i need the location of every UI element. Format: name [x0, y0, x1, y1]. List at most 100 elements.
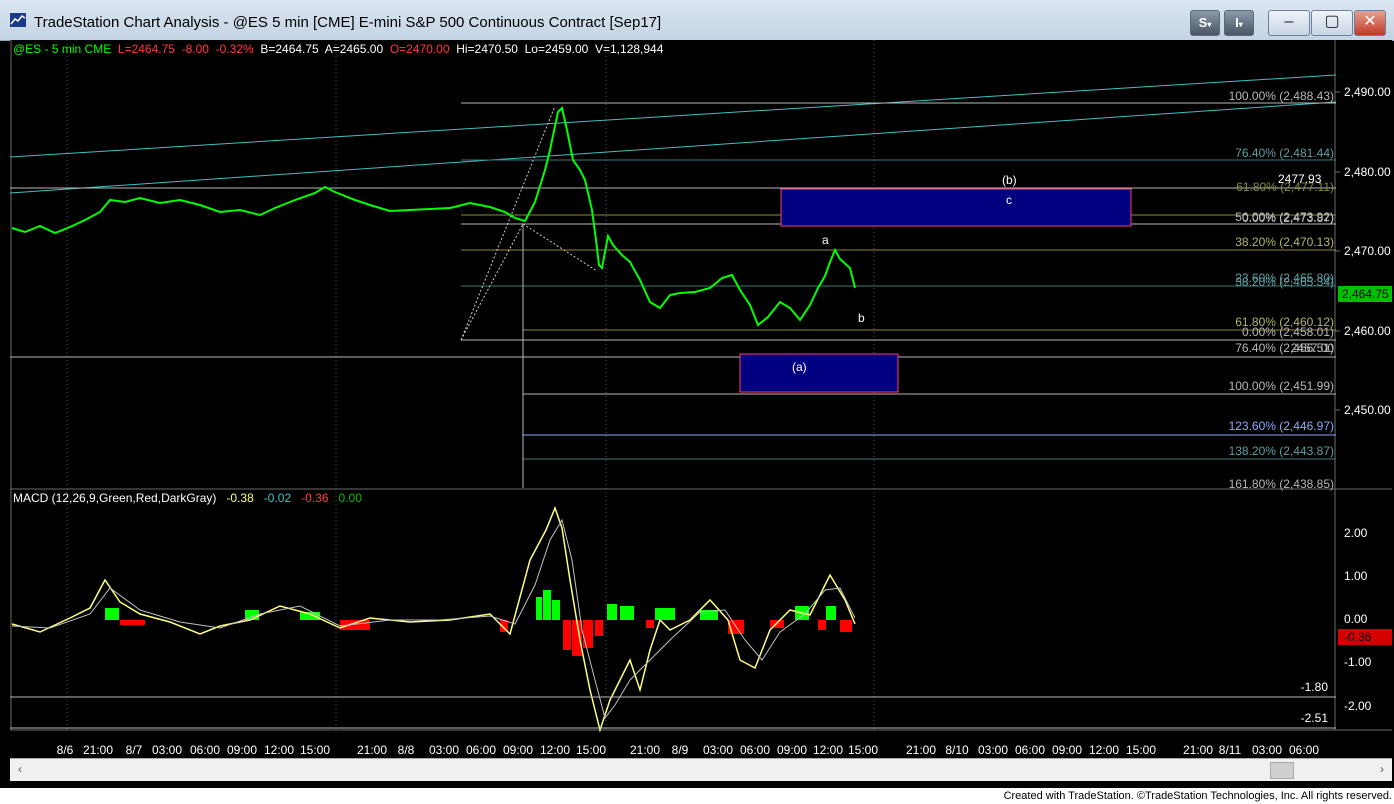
chart-canvas[interactable]: (b) 2477.93 c a b (a) 100.00% (2,488.43)…: [10, 40, 1392, 758]
low-price: Lo=2459.00: [524, 42, 589, 56]
macd-tick: 0.00: [1344, 612, 1368, 626]
fib-label: 100.00% (2,451.99): [1229, 379, 1334, 393]
time-tick: 8/9: [672, 743, 689, 757]
time-tick: 09:00: [227, 743, 257, 757]
fib-label: 0.00% (2,473.87): [1242, 211, 1334, 225]
horizontal-scrollbar[interactable]: ‹ ›: [10, 758, 1392, 781]
close-icon: ✕: [1363, 13, 1377, 30]
target-box-a: [739, 353, 899, 393]
time-tick: 15:00: [576, 743, 606, 757]
macd-level-label: -1.80: [1301, 680, 1329, 694]
minimize-button[interactable]: ‒: [1268, 10, 1310, 36]
maximize-button[interactable]: ▢: [1311, 10, 1353, 36]
scroll-right-arrow-icon[interactable]: ›: [1374, 761, 1390, 777]
high-price: Hi=2470.50: [456, 42, 518, 56]
price-series: [11, 106, 856, 327]
time-tick: 21:00: [357, 743, 387, 757]
time-tick: 06:00: [740, 743, 770, 757]
time-tick: 03:00: [703, 743, 733, 757]
chevron-down-icon: ▾: [1238, 20, 1243, 29]
macd-levels: [10, 696, 1336, 729]
time-tick: 06:00: [1289, 743, 1319, 757]
macd-info-bar: MACD (12,26,9,Green,Red,DarkGray) -0.38 …: [13, 491, 362, 505]
close-button[interactable]: ✕: [1354, 10, 1386, 36]
price-info-bar: @ES - 5 min CME L=2464.75 -8.00 -0.32% B…: [13, 42, 663, 56]
minimize-icon: ‒: [1284, 13, 1294, 30]
s-menu-button[interactable]: S▾: [1190, 10, 1220, 36]
time-tick: 8/6: [57, 743, 74, 757]
maximize-icon: ▢: [1324, 13, 1340, 30]
macd-tick: -2.00: [1344, 699, 1372, 713]
time-tick: 15:00: [848, 743, 878, 757]
window-title: TradeStation Chart Analysis - @ES 5 min …: [34, 14, 662, 31]
fib-label: 138.20% (2,443.87): [1229, 444, 1334, 458]
bid-price: B=2464.75: [260, 42, 319, 56]
time-tick: 12:00: [540, 743, 570, 757]
fib-label: 38.20% (2,470.13): [1235, 235, 1334, 249]
macd-value: -0.38: [226, 491, 254, 505]
wave-label-b-upper: (b): [1002, 173, 1017, 187]
fib-label: 76.40% (2,481.44): [1235, 146, 1334, 160]
time-tick: 06:00: [190, 743, 220, 757]
time-tick: 03:00: [429, 743, 459, 757]
time-tick: 06:00: [1015, 743, 1045, 757]
price-tick: 2,480.00: [1344, 165, 1391, 179]
fib-label: 123.60% (2,446.97): [1229, 419, 1334, 433]
macd-tick: 2.00: [1344, 526, 1368, 540]
pct-change: -0.32%: [215, 42, 254, 56]
last-price: L=2464.75: [117, 42, 175, 56]
time-tick: 06:00: [466, 743, 496, 757]
chart-app-icon: [10, 13, 26, 27]
fib-label: 61.80% (2,477.11): [1236, 180, 1334, 194]
price-tick: 2,490.00: [1344, 85, 1391, 99]
time-tick: 03:00: [1252, 743, 1282, 757]
swing-lines: [460, 105, 598, 341]
time-tick: 15:00: [300, 743, 330, 757]
time-tick: 09:00: [777, 743, 807, 757]
wave-label-a-lower: (a): [792, 360, 807, 374]
macd-value-label: -0.36: [1344, 630, 1372, 644]
time-tick: 09:00: [503, 743, 533, 757]
time-tick: 8/8: [398, 743, 415, 757]
price-tick: 2,450.00: [1344, 403, 1391, 417]
scroll-thumb[interactable]: [1270, 762, 1294, 779]
time-tick: 12:00: [264, 743, 294, 757]
price-tick: 2,470.00: [1344, 244, 1391, 258]
time-axis: 8/6 21:00 8/7 03:00 06:00 09:00 12:00 15…: [57, 743, 1320, 757]
target-box-b: [780, 188, 1132, 227]
title-bar[interactable]: TradeStation Chart Analysis - @ES 5 min …: [0, 0, 1394, 41]
macd-name: MACD (12,26,9,Green,Red,DarkGray): [13, 491, 217, 505]
i-menu-button[interactable]: I▾: [1224, 10, 1254, 36]
macd-zero: 0.00: [338, 491, 362, 505]
macd-axis: 2.00 1.00 0.00 -1.00 -2.00: [1344, 526, 1372, 713]
time-tick: 21:00: [83, 743, 113, 757]
fib-label: 2457.00: [1291, 341, 1335, 355]
chevron-down-icon: ▾: [1207, 20, 1212, 29]
time-tick: 21:00: [630, 743, 660, 757]
signal-line: [11, 518, 856, 720]
volume: V=1,128,944: [595, 42, 664, 56]
macd-avg: -0.02: [263, 491, 292, 505]
wave-label-b: b: [858, 311, 865, 325]
time-tick: 03:00: [978, 743, 1008, 757]
time-tick: 12:00: [1089, 743, 1119, 757]
net-change: -8.00: [181, 42, 209, 56]
fib-label: 0.00% (2,458.01): [1242, 325, 1334, 339]
chart-window: TradeStation Chart Analysis - @ES 5 min …: [0, 0, 1394, 788]
macd-diff: -0.36: [301, 491, 329, 505]
price-tick: 2,460.00: [1344, 324, 1391, 338]
ask-price: A=2465.00: [324, 42, 384, 56]
open-price: O=2470.00: [389, 42, 450, 56]
time-tick: 12:00: [813, 743, 843, 757]
macd-tick: 1.00: [1344, 569, 1368, 583]
macd-histogram: [105, 590, 852, 656]
time-tick: 8/11: [1219, 743, 1242, 757]
time-tick: 15:00: [1126, 743, 1156, 757]
time-tick: 21:00: [1183, 743, 1213, 757]
trend-lines: [10, 74, 1337, 194]
current-price-label: 2,464.75: [1342, 287, 1389, 301]
fib-label: 100.00% (2,488.43): [1229, 89, 1334, 103]
time-tick: 8/10: [945, 743, 969, 757]
scroll-left-arrow-icon[interactable]: ‹: [12, 761, 28, 777]
fib-label: 161.80% (2,438.85): [1229, 477, 1334, 491]
